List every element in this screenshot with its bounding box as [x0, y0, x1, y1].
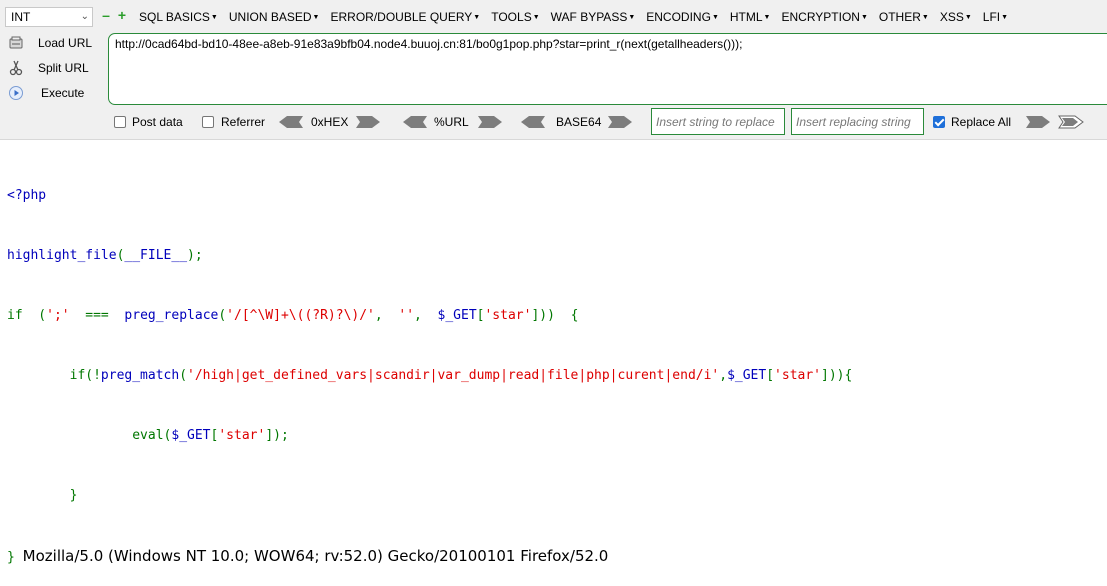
plus-icon[interactable]: + — [117, 8, 127, 22]
split-url-label: Split URL — [38, 61, 89, 75]
arrow-right-icon — [356, 116, 380, 128]
menu-html[interactable]: HTML▼ — [730, 10, 771, 25]
menu-bar: SQL BASICS▼ UNION BASED▼ ERROR/DOUBLE QU… — [139, 10, 1019, 25]
code-line: if(!preg_match('/high|get_defined_vars|s… — [7, 368, 853, 383]
load-url-label: Load URL — [38, 36, 93, 50]
hackbar-menu-row: INT ⌄ – + SQL BASICS▼ UNION BASED▼ ERROR… — [0, 0, 1107, 34]
referrer-checkbox[interactable] — [202, 116, 214, 128]
menu-union-based[interactable]: UNION BASED▼ — [229, 10, 320, 25]
menu-xss[interactable]: XSS▼ — [940, 10, 972, 25]
replace-all-label: Replace All — [951, 115, 1012, 129]
chevron-down-icon: ⌄ — [80, 11, 89, 22]
menu-other[interactable]: OTHER▼ — [879, 10, 929, 25]
base64-encode-button[interactable]: BASE64 — [521, 115, 633, 129]
type-select[interactable]: INT ⌄ — [5, 7, 93, 27]
menu-encryption[interactable]: ENCRYPTION▼ — [781, 10, 867, 25]
url-encode-button[interactable]: %URL — [403, 115, 502, 129]
url-input[interactable]: http://0cad64bd-bd10-48ee-a8eb-91e83a9bf… — [108, 33, 1107, 105]
menu-sql-basics[interactable]: SQL BASICS▼ — [139, 10, 218, 25]
replace-right-arrow-icon[interactable] — [1026, 115, 1050, 129]
hex-label: 0xHEX — [311, 115, 349, 129]
play-icon — [9, 86, 23, 100]
php-source-code: <?php highlight_file(__FILE__); if (';' … — [7, 146, 852, 586]
user-agent-output: Mozilla/5.0 (Windows NT 10.0; WOW64; rv:… — [22, 547, 609, 565]
replacing-string-input[interactable]: Insert replacing string — [791, 108, 924, 135]
referrer-label: Referrer — [221, 115, 266, 129]
replace-string-input[interactable]: Insert string to replace — [651, 108, 785, 135]
minus-icon[interactable]: – — [101, 8, 111, 22]
code-line: eval($_GET['star']); — [7, 428, 289, 443]
arrow-right-icon — [608, 116, 632, 128]
menu-encoding[interactable]: ENCODING▼ — [646, 10, 719, 25]
code-line: } — [7, 488, 78, 503]
menu-lfi[interactable]: LFI▼ — [983, 10, 1008, 25]
menu-error-double-query[interactable]: ERROR/DOUBLE QUERY▼ — [330, 10, 480, 25]
arrow-left-icon — [521, 116, 545, 128]
code-line: highlight_file(__FILE__); — [7, 248, 203, 263]
execute-label: Execute — [41, 86, 85, 100]
menu-waf-bypass[interactable]: WAF BYPASS▼ — [551, 10, 636, 25]
load-url-icon — [9, 36, 23, 49]
scissors-icon — [9, 60, 23, 76]
arrow-right-icon — [478, 116, 502, 128]
base64-label: BASE64 — [556, 115, 602, 129]
replace-double-arrow-icon[interactable] — [1058, 115, 1084, 129]
post-data-checkbox[interactable] — [114, 116, 126, 128]
arrow-left-icon — [403, 116, 427, 128]
post-data-label: Post data — [132, 115, 183, 129]
hackbar-panel: INT ⌄ – + SQL BASICS▼ UNION BASED▼ ERROR… — [0, 0, 1107, 140]
code-line: if (';' === preg_replace('/[^\W]+\((?R)?… — [7, 308, 579, 323]
replace-all-checkbox[interactable] — [933, 116, 945, 128]
code-line: <?php — [7, 188, 47, 203]
hex-encode-button[interactable]: 0xHEX — [279, 115, 380, 129]
type-select-value: INT — [11, 10, 31, 24]
url-enc-label: %URL — [434, 115, 469, 129]
hackbar-options-row: Post data Referrer 0xHEX %URL BASE64 Ins… — [0, 108, 1107, 136]
code-line: } Mozilla/5.0 (Windows NT 10.0; WOW64; r… — [7, 547, 609, 565]
menu-tools[interactable]: TOOLS▼ — [491, 10, 539, 25]
arrow-left-icon — [279, 116, 303, 128]
